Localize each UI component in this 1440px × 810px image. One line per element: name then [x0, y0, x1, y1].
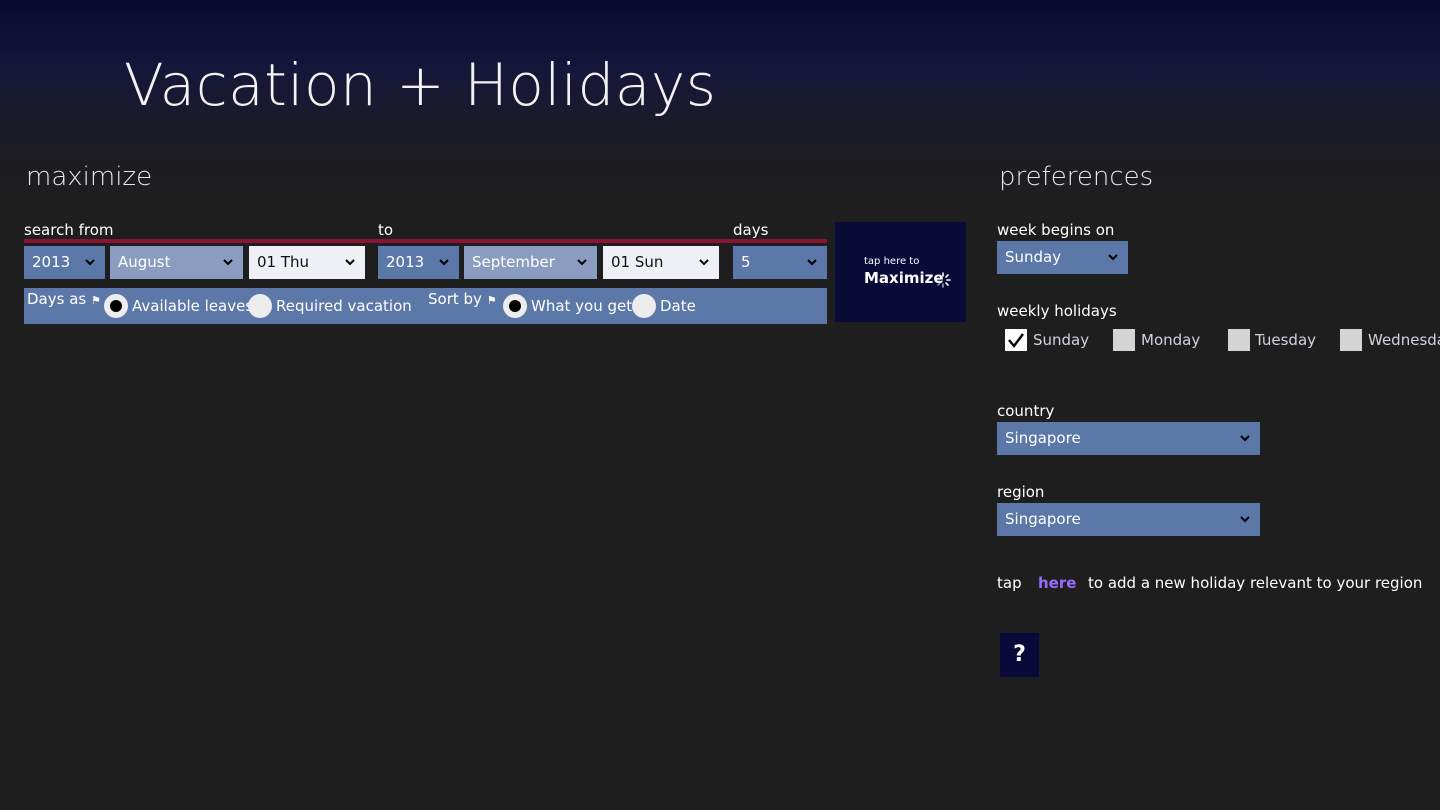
to-month-value: September	[472, 253, 555, 271]
country-select[interactable]: Singapore	[997, 422, 1260, 455]
from-year-select[interactable]: 2013	[24, 246, 105, 279]
days-label: days	[733, 221, 769, 239]
weekly-holidays-label: weekly holidays	[997, 302, 1117, 320]
days-value: 5	[741, 253, 751, 271]
checkbox-monday[interactable]	[1113, 329, 1135, 351]
chevron-down-icon	[345, 259, 355, 266]
from-day-select[interactable]: 01 Thu	[249, 246, 365, 279]
chevron-down-icon	[439, 259, 449, 266]
chevron-down-icon	[223, 259, 233, 266]
options-bar: Days as ⚑ Available leaves Required vaca…	[24, 288, 827, 324]
days-as-label: Days as ⚑	[27, 290, 101, 308]
sunday-label[interactable]: Sunday	[1033, 331, 1089, 349]
chevron-down-icon	[1108, 254, 1118, 261]
week-begins-label: week begins on	[997, 221, 1115, 239]
radio-what-you-get[interactable]	[503, 294, 527, 318]
from-month-value: August	[118, 253, 171, 271]
help-button[interactable]: ?	[1000, 633, 1039, 677]
week-begins-select[interactable]: Sunday	[997, 241, 1128, 274]
to-label: to	[378, 221, 394, 239]
chevron-down-icon	[1240, 516, 1250, 523]
required-vacation-label[interactable]: Required vacation	[276, 297, 412, 315]
spinner-icon	[935, 272, 951, 288]
to-month-select[interactable]: September	[464, 246, 597, 279]
add-holiday-link[interactable]: here	[1038, 574, 1076, 592]
to-year-value: 2013	[386, 253, 425, 271]
date-label[interactable]: Date	[660, 297, 696, 315]
region-label: region	[997, 483, 1045, 501]
checkbox-sunday[interactable]	[1005, 329, 1027, 351]
tap-text: tap	[997, 574, 1022, 592]
radio-required-vacation[interactable]	[248, 294, 272, 318]
from-day-value: 01 Thu	[257, 253, 310, 271]
search-divider	[24, 239, 827, 243]
country-value: Singapore	[1005, 429, 1081, 447]
chevron-down-icon	[1240, 435, 1250, 442]
region-value: Singapore	[1005, 510, 1081, 528]
country-label: country	[997, 402, 1055, 420]
from-year-value: 2013	[32, 253, 71, 271]
days-select[interactable]: 5	[733, 246, 827, 279]
checkbox-wednesday[interactable]	[1340, 329, 1362, 351]
chevron-down-icon	[577, 259, 587, 266]
what-you-get-label[interactable]: What you get	[531, 297, 632, 315]
chevron-down-icon	[85, 259, 95, 266]
from-month-select[interactable]: August	[110, 246, 243, 279]
checkbox-tuesday[interactable]	[1228, 329, 1250, 351]
add-holiday-text: to add a new holiday relevant to your re…	[1088, 574, 1423, 592]
radio-available-leaves[interactable]	[104, 294, 128, 318]
monday-label[interactable]: Monday	[1141, 331, 1200, 349]
chevron-down-icon	[699, 259, 709, 266]
tile-small-text: tap here to	[864, 256, 920, 267]
wednesday-label-clip: Wednesday	[1368, 331, 1440, 353]
region-select[interactable]: Singapore	[997, 503, 1260, 536]
radio-date[interactable]	[632, 294, 656, 318]
chevron-down-icon	[807, 259, 817, 266]
sort-by-label: Sort by ⚑	[428, 290, 497, 308]
tuesday-label[interactable]: Tuesday	[1255, 331, 1316, 349]
wednesday-label[interactable]: Wednesday	[1368, 331, 1440, 349]
to-day-value: 01 Sun	[611, 253, 664, 271]
tile-big-text: Maximize	[864, 269, 944, 287]
available-leaves-label[interactable]: Available leaves	[132, 297, 253, 315]
maximize-tile-button[interactable]: tap here to Maximize	[835, 222, 966, 322]
flag-icon: ⚑	[486, 294, 497, 307]
flag-icon: ⚑	[91, 294, 101, 307]
checkmark-icon	[1008, 333, 1024, 348]
to-year-select[interactable]: 2013	[378, 246, 459, 279]
preferences-section-title: preferences	[999, 162, 1154, 192]
week-begins-value: Sunday	[1005, 248, 1062, 266]
app-title: Vacation + Holidays	[124, 51, 717, 119]
maximize-section-title: maximize	[26, 162, 153, 192]
search-from-label: search from	[24, 221, 114, 239]
to-day-select[interactable]: 01 Sun	[603, 246, 719, 279]
